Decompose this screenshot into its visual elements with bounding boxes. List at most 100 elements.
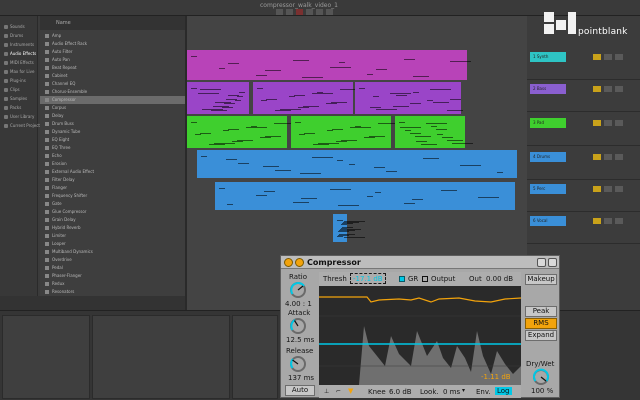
stop-button[interactable]	[286, 9, 293, 15]
solo-button[interactable]	[604, 86, 612, 92]
arm-button[interactable]	[615, 154, 623, 160]
device-list-item[interactable]: Delay	[40, 112, 185, 120]
arrangement-lane[interactable]	[187, 214, 527, 242]
thresh-value[interactable]: -17.1 dB	[350, 273, 386, 284]
attack-value[interactable]: 12.5 ms	[286, 336, 314, 344]
arrangement-clip[interactable]	[253, 82, 361, 114]
device-list-item[interactable]: EQ Three	[40, 144, 185, 152]
ratio-value[interactable]: 4.00 : 1	[285, 300, 312, 308]
arrangement-clip[interactable]	[291, 116, 399, 148]
gr-checkbox[interactable]	[399, 276, 405, 282]
device-list-item[interactable]: External Audio Effect	[40, 168, 185, 176]
device-list-item[interactable]: Redux	[40, 280, 185, 288]
output-checkbox[interactable]	[422, 276, 428, 282]
release-knob[interactable]	[289, 355, 307, 373]
browser-category[interactable]: Current Project	[10, 123, 40, 128]
device-list-item[interactable]: Pedal	[40, 264, 185, 272]
arm-button[interactable]	[615, 86, 623, 92]
solo-button[interactable]	[604, 186, 612, 192]
device-list-item[interactable]: Phaser-Flanger	[40, 272, 185, 280]
track-name-header[interactable]: 5 Perc	[530, 184, 566, 194]
arrangement-lane[interactable]	[187, 116, 527, 148]
arm-button[interactable]	[615, 218, 623, 224]
track-name-header[interactable]: 3 Pad	[530, 118, 566, 128]
arrangement-clip[interactable]	[395, 116, 473, 148]
record-button[interactable]	[296, 9, 303, 15]
browser-category[interactable]: Clips	[10, 87, 20, 92]
device-list-item[interactable]: Compressor	[40, 96, 185, 104]
release-value[interactable]: 137 ms	[288, 374, 314, 382]
track-name-header[interactable]: 2 Bass	[530, 84, 566, 94]
browser-category[interactable]: Plug-ins	[10, 78, 26, 83]
browser-category[interactable]: Drums	[10, 33, 23, 38]
device-list-item[interactable]: Limiter	[40, 232, 185, 240]
device-list-item[interactable]: Flanger	[40, 184, 185, 192]
mute-button[interactable]	[593, 186, 601, 192]
solo-button[interactable]	[604, 154, 612, 160]
peak-button[interactable]: Peak	[525, 306, 557, 317]
arm-button[interactable]	[615, 54, 623, 60]
browser-category[interactable]: Sounds	[10, 24, 25, 29]
browser-category[interactable]: Packs	[10, 105, 21, 110]
knee-value[interactable]: 6.0 dB	[389, 388, 412, 396]
track-name-header[interactable]: 1 Synth	[530, 52, 566, 62]
browser-category[interactable]: Max for Live	[10, 69, 34, 74]
track-name-header[interactable]: 4 Drums	[530, 152, 566, 162]
arrangement-clip[interactable]	[187, 82, 249, 114]
device-list-item[interactable]: Resonators	[40, 288, 185, 296]
device-on-button[interactable]	[284, 258, 293, 267]
ratio-knob[interactable]	[289, 281, 307, 299]
edit-icon[interactable]	[537, 258, 546, 267]
expand-button[interactable]: Expand	[525, 330, 557, 341]
mute-button[interactable]	[593, 86, 601, 92]
arrangement-clip[interactable]	[187, 50, 471, 80]
arm-button[interactable]	[615, 120, 623, 126]
solo-button[interactable]	[604, 54, 612, 60]
device-list-item[interactable]: Erosion	[40, 160, 185, 168]
device-list-item[interactable]: Channel EQ	[40, 80, 185, 88]
play-button[interactable]	[276, 9, 283, 15]
track-name-header[interactable]: 6 Vocal	[530, 216, 566, 226]
device-list-item[interactable]: Audio Effect Rack	[40, 40, 185, 48]
device-list-item[interactable]: Glue Compressor	[40, 208, 185, 216]
env-mode-button[interactable]: Log	[495, 387, 512, 395]
save-preset-icon[interactable]	[548, 258, 557, 267]
arrangement-clip[interactable]	[333, 214, 365, 242]
sidechain-icon[interactable]: ▼	[348, 387, 353, 395]
linear-icon[interactable]: ⊥	[324, 388, 329, 395]
arrangement-clip[interactable]	[197, 150, 517, 178]
device-list-item[interactable]: Grain Delay	[40, 216, 185, 224]
arrangement-clip[interactable]	[355, 82, 463, 114]
device-list-item[interactable]: Beat Repeat	[40, 64, 185, 72]
mute-button[interactable]	[593, 120, 601, 126]
drywet-knob[interactable]	[532, 368, 550, 386]
makeup-button[interactable]: Makeup	[525, 274, 557, 285]
device-list-item[interactable]: Multiband Dynamics	[40, 248, 185, 256]
device-list-item[interactable]: EQ Eight	[40, 136, 185, 144]
solo-button[interactable]	[604, 120, 612, 126]
collapse-icon[interactable]	[295, 258, 304, 267]
auto-release-button[interactable]: Auto	[285, 385, 315, 396]
out-value[interactable]: 0.00 dB	[486, 275, 513, 283]
arrangement-lane[interactable]	[187, 182, 527, 210]
device-list-item[interactable]: Hybrid Reverb	[40, 224, 185, 232]
device-list-item[interactable]: Auto Filter	[40, 48, 185, 56]
device-list-item[interactable]: Looper	[40, 240, 185, 248]
device-list-item[interactable]: Chorus-Ensemble	[40, 88, 185, 96]
rms-button[interactable]: RMS	[525, 318, 557, 329]
arrangement-clip[interactable]	[215, 182, 515, 210]
browser-category[interactable]: Samples	[10, 96, 27, 101]
browser-category[interactable]: MIDI Effects	[10, 60, 34, 65]
device-list-item[interactable]: Drum Buss	[40, 120, 185, 128]
mute-button[interactable]	[593, 154, 601, 160]
automation-button[interactable]	[316, 9, 323, 15]
drywet-value[interactable]: 100 %	[531, 387, 553, 395]
device-list-item[interactable]: Corpus	[40, 104, 185, 112]
arrangement-lane[interactable]	[187, 50, 527, 80]
device-list-item[interactable]: Amp	[40, 32, 185, 40]
loop-button[interactable]	[326, 9, 333, 15]
device-list-item[interactable]: Overdrive	[40, 256, 185, 264]
arrangement-clip[interactable]	[187, 116, 295, 148]
browser-category[interactable]: User Library	[10, 114, 34, 119]
attack-knob[interactable]	[289, 317, 307, 335]
